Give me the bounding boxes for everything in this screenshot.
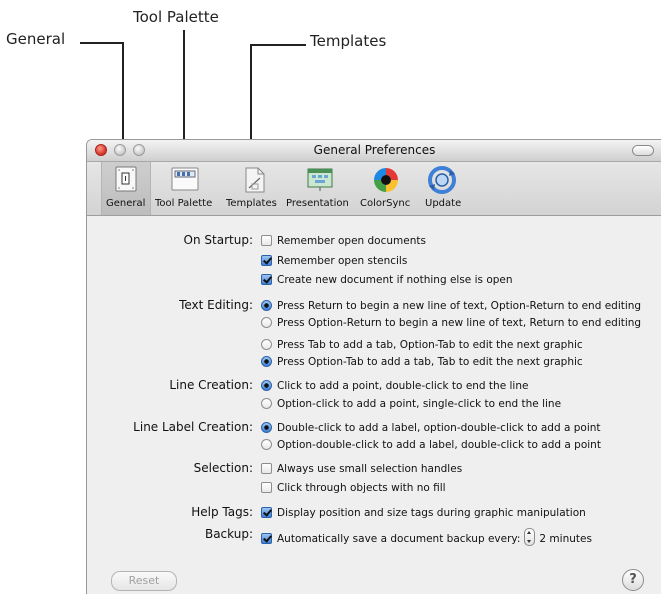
- presentation-icon: [306, 166, 333, 192]
- line-label-creation-label: Line Label Creation:: [133, 420, 253, 434]
- title-bar: General Preferences: [87, 140, 661, 162]
- automatic-backup-checkbox[interactable]: Automatically save a document backup eve…: [261, 528, 592, 546]
- tab-colorsync-label: ColorSync: [360, 198, 411, 209]
- text-editing-option-1-radio[interactable]: Press Return to begin a new line of text…: [261, 300, 641, 312]
- small-selection-handles-checkbox[interactable]: Always use small selection handles: [261, 463, 462, 475]
- tab-behavior-option-2-radio[interactable]: Press Option-Tab to add a tab, Tab to ed…: [261, 356, 583, 368]
- line-creation-label: Line Creation:: [169, 378, 253, 392]
- reset-button[interactable]: Reset: [111, 571, 177, 591]
- backup-interval-stepper[interactable]: [524, 528, 536, 546]
- toolbar-toggle-button[interactable]: [632, 145, 654, 156]
- line-creation-option-2-radio[interactable]: Option-click to add a point, single-clic…: [261, 398, 561, 410]
- window-title: General Preferences: [313, 143, 436, 157]
- tool-palette-icon: [171, 166, 199, 192]
- radio-selected-icon[interactable]: [261, 356, 272, 367]
- create-new-document-checkbox[interactable]: Create new document if nothing else is o…: [261, 274, 513, 286]
- checkbox-checked-icon[interactable]: [261, 507, 272, 518]
- callout-general: General: [6, 30, 66, 48]
- radio-selected-icon[interactable]: [261, 422, 272, 433]
- checkbox-checked-icon[interactable]: [261, 255, 272, 266]
- colorsync-icon: [372, 166, 398, 192]
- radio-selected-icon[interactable]: [261, 380, 272, 391]
- line-label-option-2-radio[interactable]: Option-double-click to add a label, doub…: [261, 439, 601, 451]
- radio-icon[interactable]: [261, 317, 272, 328]
- help-button[interactable]: ?: [622, 569, 644, 591]
- text-editing-label: Text Editing:: [179, 298, 253, 312]
- line-creation-option-1-radio[interactable]: Click to add a point, double-click to en…: [261, 380, 528, 392]
- radio-icon[interactable]: [261, 439, 272, 450]
- selection-label: Selection:: [193, 461, 253, 475]
- checkbox-icon[interactable]: [261, 235, 272, 246]
- preferences-window: General Preferences General Tool Palette…: [86, 139, 661, 594]
- display-position-tags-checkbox[interactable]: Display position and size tags during gr…: [261, 507, 586, 519]
- tab-update-label: Update: [425, 198, 462, 209]
- radio-selected-icon[interactable]: [261, 300, 272, 311]
- tab-templates[interactable]: Templates: [223, 162, 279, 215]
- preferences-content: On Startup: Remember open documents Reme…: [87, 216, 661, 594]
- backup-interval-value: 2 minutes: [539, 533, 592, 545]
- help-tags-label: Help Tags:: [191, 505, 253, 519]
- update-icon: [428, 166, 456, 194]
- callout-line-general-h: [80, 42, 124, 44]
- callout-line-templates-h: [250, 44, 306, 46]
- tab-presentation[interactable]: Presentation: [283, 162, 353, 215]
- checkbox-checked-icon[interactable]: [261, 533, 272, 544]
- tab-tool-palette[interactable]: Tool Palette: [149, 162, 219, 215]
- remember-open-stencils-checkbox[interactable]: Remember open stencils: [261, 255, 407, 267]
- click-through-objects-checkbox[interactable]: Click through objects with no fill: [261, 482, 446, 494]
- radio-icon[interactable]: [261, 339, 272, 350]
- tab-general[interactable]: General: [101, 162, 151, 215]
- checkbox-icon[interactable]: [261, 463, 272, 474]
- tab-presentation-label: Presentation: [286, 198, 349, 209]
- tab-general-label: General: [106, 198, 146, 209]
- backup-label: Backup:: [204, 527, 253, 541]
- radio-icon[interactable]: [261, 398, 272, 409]
- tab-behavior-option-1-radio[interactable]: Press Tab to add a tab, Option-Tab to ed…: [261, 339, 583, 351]
- preferences-toolbar: General Tool Palette Templates Presentat…: [87, 162, 661, 216]
- tab-colorsync[interactable]: ColorSync: [357, 162, 415, 215]
- tab-update[interactable]: Update: [419, 162, 465, 215]
- tab-templates-label: Templates: [226, 198, 277, 209]
- callout-tool-palette: Tool Palette: [133, 8, 219, 26]
- text-editing-option-2-radio[interactable]: Press Option-Return to begin a new line …: [261, 317, 641, 329]
- general-icon: [113, 166, 139, 192]
- remember-open-documents-checkbox[interactable]: Remember open documents: [261, 235, 426, 247]
- templates-icon: [242, 166, 268, 193]
- checkbox-icon[interactable]: [261, 482, 272, 493]
- tab-tool-palette-label: Tool Palette: [155, 198, 213, 209]
- on-startup-label: On Startup:: [183, 233, 253, 247]
- checkbox-checked-icon[interactable]: [261, 274, 272, 285]
- callout-templates: Templates: [310, 32, 387, 50]
- line-label-option-1-radio[interactable]: Double-click to add a label, option-doub…: [261, 422, 601, 434]
